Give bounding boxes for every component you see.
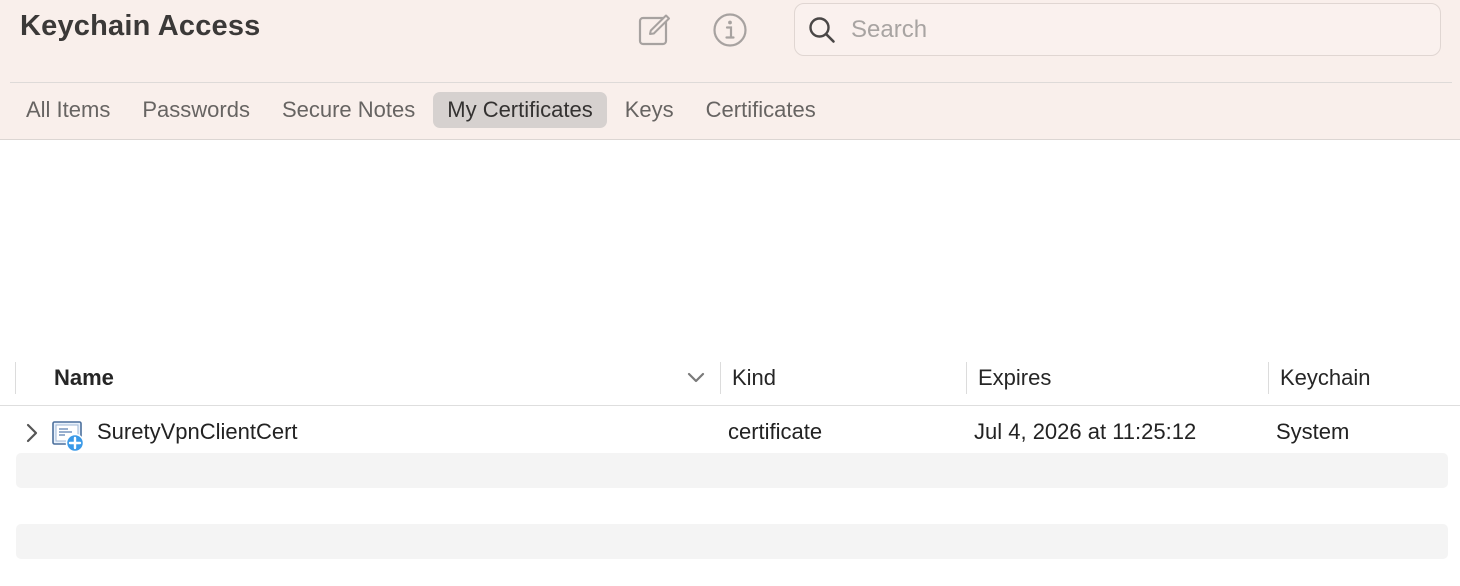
- cell-name: SuretyVpnClientCert: [97, 419, 298, 444]
- tab-keys[interactable]: Keys: [611, 92, 688, 128]
- table-row[interactable]: SuretyVpnClientCert certificate Jul 4, 2…: [0, 406, 1460, 453]
- cell-expires: Jul 4, 2026 at 11:25:12: [974, 419, 1197, 444]
- column-divider: [15, 362, 16, 394]
- tab-passwords[interactable]: Passwords: [128, 92, 264, 128]
- tab-certificates[interactable]: Certificates: [692, 92, 830, 128]
- column-header-name[interactable]: Name: [54, 365, 114, 391]
- search-field[interactable]: [794, 3, 1441, 56]
- search-input[interactable]: [849, 14, 1413, 45]
- column-divider[interactable]: [1268, 362, 1269, 394]
- app-title: Keychain Access: [20, 10, 261, 42]
- square-and-pencil-icon: [638, 14, 670, 46]
- table-header: Name Kind Expires Keychain: [0, 352, 1460, 406]
- info-circle-icon: [713, 13, 747, 47]
- chevron-down-icon[interactable]: [687, 372, 705, 384]
- toolbar: Keychain Access Search All Items Passwor…: [0, 0, 1460, 140]
- category-tab-bar: All Items Passwords Secure Notes My Cert…: [12, 92, 834, 128]
- compose-button[interactable]: [634, 10, 674, 50]
- magnifying-glass-icon: [807, 15, 837, 45]
- info-button[interactable]: [710, 10, 750, 50]
- column-divider[interactable]: [966, 362, 967, 394]
- column-header-keychain[interactable]: Keychain: [1280, 365, 1371, 391]
- keychain-access-window: Keychain Access Search All Items Passwor…: [0, 0, 1460, 586]
- cell-kind: certificate: [728, 419, 823, 444]
- empty-row-stripe: [16, 453, 1448, 488]
- cell-keychain: System: [1276, 419, 1350, 444]
- certificate-icon: [52, 421, 85, 453]
- tab-all-items[interactable]: All Items: [12, 92, 124, 128]
- empty-row-stripe: [16, 524, 1448, 559]
- toolbar-divider: [10, 82, 1452, 83]
- column-header-expires[interactable]: Expires: [978, 365, 1051, 391]
- chevron-right-icon[interactable]: [24, 423, 40, 443]
- column-header-kind[interactable]: Kind: [732, 365, 776, 391]
- tab-my-certificates[interactable]: My Certificates: [433, 92, 607, 128]
- column-divider[interactable]: [720, 362, 721, 394]
- tab-secure-notes[interactable]: Secure Notes: [268, 92, 429, 128]
